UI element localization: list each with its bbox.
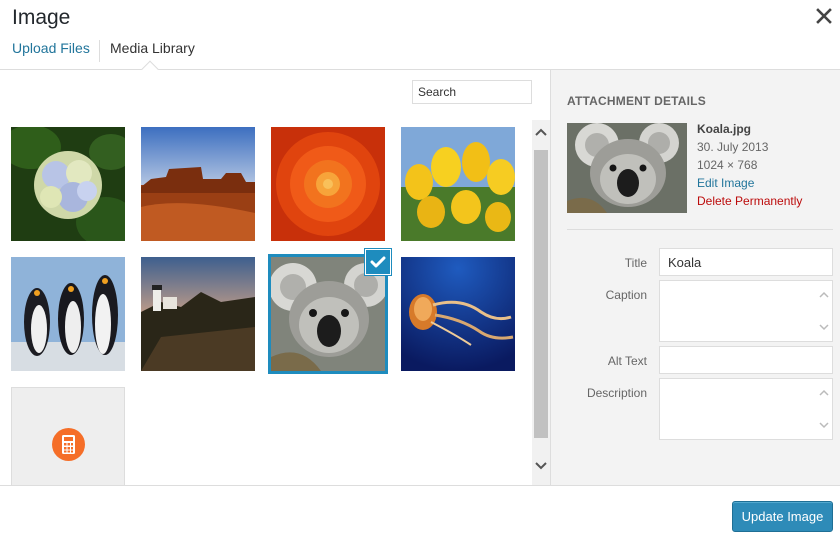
delete-permanently-link[interactable]: Delete Permanently	[697, 192, 802, 210]
scrollbar-thumb[interactable]	[534, 150, 548, 438]
modal-toolbar: Update Image	[0, 485, 840, 540]
attachment-thumb-jellyfish[interactable]	[401, 257, 515, 371]
search-input[interactable]	[412, 80, 532, 104]
update-image-button[interactable]: Update Image	[732, 501, 833, 532]
caption-label: Caption	[605, 288, 647, 302]
scroll-down-icon[interactable]	[532, 456, 550, 474]
close-icon[interactable]	[814, 6, 834, 26]
attachment-thumb-chrysanthemum[interactable]	[271, 127, 385, 241]
scroll-up-icon[interactable]	[532, 124, 550, 142]
edit-image-link[interactable]: Edit Image	[697, 174, 802, 192]
attachment-details-panel: ATTACHMENT DETAILS Koala.jpg 30. July 20…	[550, 70, 840, 485]
attachment-date: 30. July 2013	[697, 140, 769, 154]
tab-upload-files[interactable]: Upload Files	[12, 40, 90, 56]
vertical-scrollbar[interactable]	[532, 120, 550, 485]
tab-media-library[interactable]: Media Library	[110, 40, 195, 56]
attachment-thumb-penguins[interactable]	[11, 257, 125, 371]
attachment-thumb-document[interactable]	[11, 387, 125, 485]
description-field[interactable]	[659, 378, 833, 440]
alt-text-field[interactable]	[659, 346, 833, 374]
spreadsheet-icon	[52, 428, 85, 461]
title-field[interactable]	[659, 248, 833, 276]
alt-text-label: Alt Text	[607, 354, 647, 368]
router-tabs: Upload Files Media Library	[0, 34, 840, 78]
attachment-thumb-koala[interactable]	[268, 254, 388, 374]
attachment-thumb-lighthouse[interactable]	[141, 257, 255, 371]
attachment-preview	[567, 123, 687, 213]
attachment-thumb-tulips[interactable]	[401, 127, 515, 241]
attachment-thumb-hydrangeas[interactable]	[11, 127, 125, 241]
caption-field[interactable]	[659, 280, 833, 342]
title-label: Title	[624, 256, 647, 270]
attachment-details-heading: ATTACHMENT DETAILS	[567, 94, 706, 108]
attachment-filename: Koala.jpg	[697, 122, 752, 136]
attachment-dimensions: 1024 × 768	[697, 158, 758, 172]
media-browser	[0, 70, 550, 485]
details-divider	[567, 229, 833, 230]
description-label: Description	[586, 386, 647, 400]
selected-check-icon[interactable]	[366, 250, 390, 274]
modal-title: Image	[12, 6, 71, 29]
tab-separator	[99, 40, 100, 62]
attachment-thumb-desert[interactable]	[141, 127, 255, 241]
